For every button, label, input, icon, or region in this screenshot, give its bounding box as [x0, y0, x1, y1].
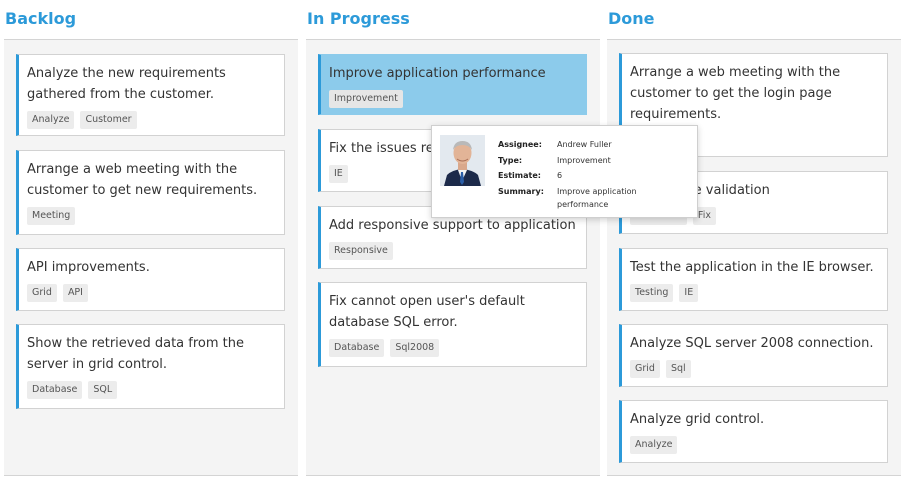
card-tag: Sql2008 [390, 339, 440, 357]
card-tag: Analyze [27, 111, 75, 129]
kanban-card[interactable]: Arrange a web meeting with the customer … [16, 150, 285, 235]
card-summary: Add responsive support to application [329, 218, 576, 233]
card-summary: API improvements. [27, 260, 150, 275]
card-summary: Analyze grid control. [630, 412, 765, 427]
card-summary: Analyze SQL server 2008 connection. [630, 336, 874, 351]
kanban-card[interactable]: Fix cannot open user's default database … [318, 282, 587, 367]
card-tag: Grid [27, 284, 57, 302]
card-summary: Fix cannot open user's default database … [329, 294, 525, 330]
tooltip-label: Type: [498, 155, 523, 165]
kanban-card[interactable]: Analyze grid control. Analyze [619, 400, 888, 463]
column-done: Done Arrange a web meeting with the cust… [607, 0, 901, 476]
kanban-card[interactable]: Analyze the new requirements gathered fr… [16, 54, 285, 136]
tooltip-label: Assignee: [498, 140, 542, 149]
kanban-card[interactable]: Show the retrieved data from the server … [16, 324, 285, 409]
tooltip-summary: Improve application performance [557, 186, 637, 209]
tooltip-assignee: Andrew Fuller [557, 140, 612, 149]
kanban-card[interactable]: Analyze SQL server 2008 connection. Grid… [619, 324, 888, 387]
card-tag: Meeting [27, 207, 76, 225]
column-header-backlog: Backlog [5, 9, 77, 28]
kanban-card-selected[interactable]: Improve application performance Improvem… [318, 54, 587, 115]
card-summary: Arrange a web meeting with the customer … [27, 162, 258, 198]
card-summary: Arrange a web meeting with the customer … [630, 65, 841, 122]
card-summary: Test the application in the IE browser. [630, 260, 874, 275]
tooltip-label: Estimate: [498, 171, 541, 180]
card-tag: IE [329, 165, 348, 183]
card-tag: Responsive [329, 242, 393, 260]
card-tag: Grid [630, 360, 660, 378]
card-tag: Analyze [630, 436, 678, 454]
column-header-done: Done [608, 9, 655, 28]
column-header-in-progress: In Progress [307, 9, 410, 28]
card-tag: Database [27, 381, 83, 399]
tooltip-details: Assignee: Andrew Fuller Type: Improvemen… [498, 137, 667, 211]
assignee-avatar [440, 135, 485, 186]
card-tooltip: Assignee: Andrew Fuller Type: Improvemen… [431, 125, 698, 218]
tooltip-label: Summary: [498, 186, 544, 196]
card-summary: Improve application performance [329, 66, 546, 81]
card-summary: Analyze the new requirements gathered fr… [27, 66, 226, 102]
tooltip-type: Improvement [557, 155, 611, 165]
card-tag: Customer [80, 111, 137, 129]
column-in-progress: In Progress Improve application performa… [306, 0, 600, 476]
card-tag: Improvement [329, 90, 403, 108]
column-body-backlog: Analyze the new requirements gathered fr… [4, 39, 298, 476]
column-body-in-progress: Improve application performance Improvem… [306, 39, 600, 476]
card-summary: Show the retrieved data from the server … [27, 336, 244, 372]
kanban-card[interactable]: Test the application in the IE browser. … [619, 248, 888, 311]
card-tag: IE [679, 284, 699, 302]
kanban-card[interactable]: API improvements. Grid API [16, 248, 285, 311]
card-tag: Testing [630, 284, 674, 302]
card-tag: Database [329, 339, 385, 357]
card-tag: Sql [665, 360, 691, 378]
tooltip-estimate: 6 [557, 171, 563, 180]
card-tag: API [62, 284, 88, 302]
column-body-done: Arrange a web meeting with the customer … [607, 39, 901, 476]
column-backlog: Backlog Analyze the new requirements gat… [4, 0, 298, 476]
card-tag: SQL [88, 381, 118, 399]
